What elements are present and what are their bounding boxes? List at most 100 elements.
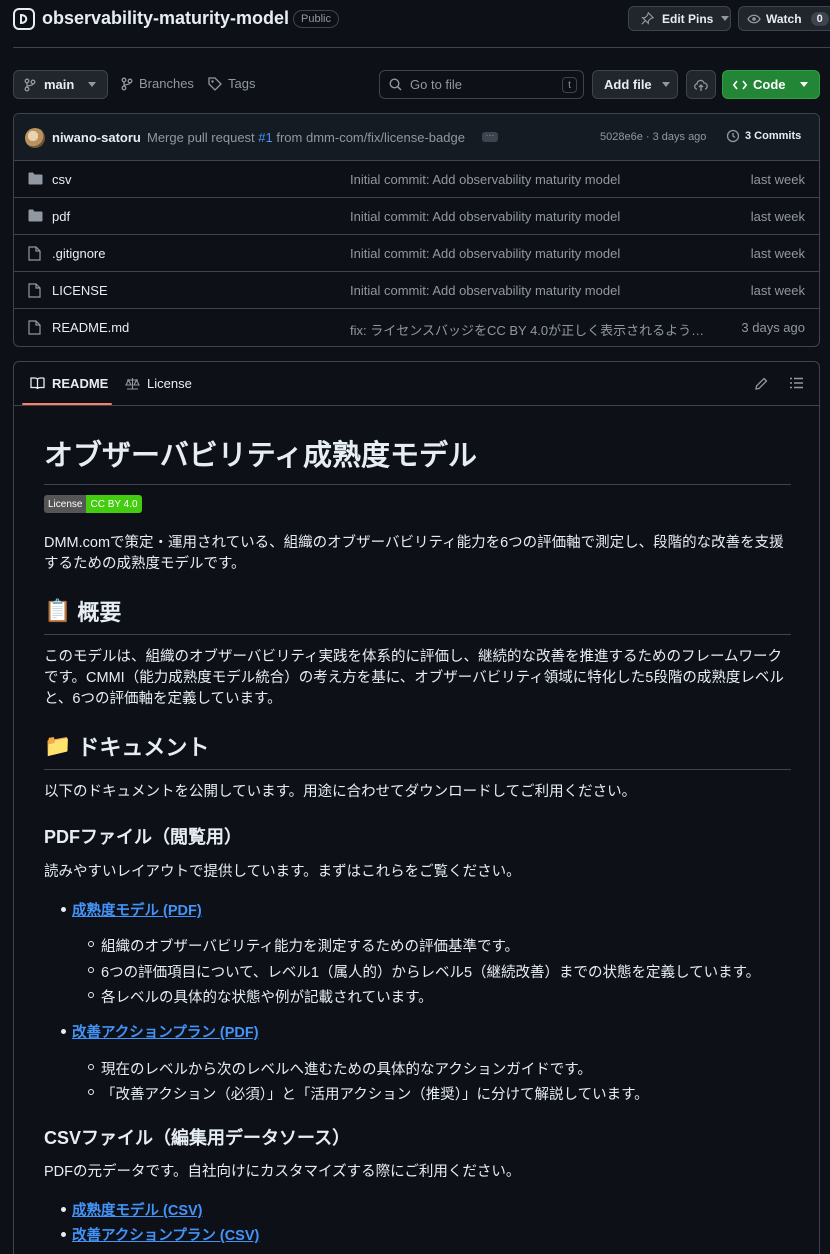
file-date: last week — [750, 283, 805, 298]
pencil-icon[interactable] — [755, 377, 768, 390]
action-plan-csv-link[interactable]: 改善アクションプラン (CSV) — [72, 1228, 259, 1244]
tag-icon — [208, 76, 222, 91]
commits-link[interactable]: 3 Commits — [726, 129, 801, 143]
readme-panel: README License オブザーバビリティ成熟度モデル License C… — [13, 361, 820, 1254]
list-item: 各レベルの具体的な状態や例が記載されています。 — [101, 990, 433, 1006]
eye-icon — [747, 14, 761, 24]
edit-pins-button[interactable]: Edit Pins — [628, 6, 731, 31]
file-commit-message[interactable]: Initial commit: Add observability maturi… — [350, 246, 620, 261]
tags-link[interactable]: Tags — [208, 76, 255, 91]
tab-license-label: License — [147, 376, 192, 391]
maturity-model-pdf-link[interactable]: 成熟度モデル (PDF) — [72, 903, 202, 919]
bullet — [61, 1232, 66, 1237]
maturity-model-csv-link[interactable]: 成熟度モデル (CSV) — [72, 1203, 203, 1219]
folder-icon: 📁 — [44, 733, 72, 758]
readme-tabs: README License — [14, 362, 819, 406]
code-label: Code — [753, 77, 786, 92]
commit-message[interactable]: Merge pull request #1 from dmm-com/fix/l… — [147, 130, 465, 145]
badge-label: License — [44, 495, 87, 513]
cloud-upload-icon — [693, 78, 709, 92]
shortcut-key: t — [562, 77, 577, 93]
git-branch-icon — [24, 78, 36, 92]
file-icon — [28, 320, 41, 335]
search-input[interactable] — [410, 77, 550, 92]
bullet — [61, 907, 66, 912]
latest-commit-bar: niwano-satoru Merge pull request #1 from… — [14, 114, 819, 161]
bullet — [88, 967, 94, 973]
commit-message-suffix: from dmm-com/fix/license-badge — [272, 130, 465, 145]
branches-link[interactable]: Branches — [121, 76, 194, 91]
history-icon — [726, 129, 740, 143]
docs-heading: 📁 ドキュメント — [44, 730, 791, 770]
law-icon — [125, 377, 140, 390]
file-row[interactable]: csv Initial commit: Add observability mat… — [14, 161, 819, 198]
watch-label: Watch — [766, 11, 802, 26]
pull-request-link[interactable]: #1 — [258, 130, 272, 145]
git-branch-icon — [121, 77, 133, 91]
active-tab-underline — [22, 403, 112, 405]
file-name[interactable]: pdf — [52, 209, 70, 224]
repo-icon — [13, 8, 35, 30]
file-name[interactable]: README.md — [52, 320, 129, 335]
list-item: 成熟度モデル (PDF) — [72, 899, 202, 920]
file-row[interactable]: README.md fix: ライセンスバッジをCC BY 4.0が正しく表示され… — [14, 309, 819, 346]
bullet — [88, 1064, 94, 1070]
file-commit-message[interactable]: Initial commit: Add observability maturi… — [350, 283, 620, 298]
file-name[interactable]: LICENSE — [52, 283, 108, 298]
tab-readme-label: README — [52, 376, 109, 391]
book-icon — [30, 377, 45, 390]
badge-value: CC BY 4.0 — [86, 495, 142, 513]
commit-sha-date[interactable]: 5028e6e · 3 days ago — [600, 131, 706, 143]
file-name[interactable]: .gitignore — [52, 246, 105, 261]
add-file-button[interactable]: Add file — [592, 70, 678, 99]
action-plan-pdf-link[interactable]: 改善アクションプラン (PDF) — [72, 1025, 259, 1041]
pdf-heading: PDFファイル（閲覧用） — [44, 827, 242, 847]
file-commit-message[interactable]: fix: ライセンスバッジをCC BY 4.0が正しく表示されるよう… — [350, 320, 704, 339]
file-row[interactable]: LICENSE Initial commit: Add observability… — [14, 272, 819, 309]
bullet — [61, 1029, 66, 1034]
list-item: 改善アクションプラン (CSV) — [72, 1224, 259, 1245]
expand-commit-icon[interactable]: ··· — [482, 131, 498, 142]
file-row[interactable]: .gitignore Initial commit: Add observabil… — [14, 235, 819, 272]
watch-count: 0 — [810, 11, 829, 26]
file-name[interactable]: csv — [52, 172, 72, 187]
branch-select[interactable]: main — [13, 70, 108, 99]
go-to-file-search[interactable]: t — [379, 70, 584, 99]
commit-author[interactable]: niwano-satoru — [52, 130, 141, 145]
code-button[interactable]: Code — [722, 70, 820, 99]
list-item: 組織のオブザーバビリティ能力を測定するための評価基準です。 — [101, 939, 520, 955]
bullet — [88, 1089, 94, 1095]
folder-icon — [28, 172, 43, 185]
folder-icon — [28, 209, 43, 222]
repo-name[interactable]: observability-maturity-model — [42, 8, 289, 29]
list-item: 6つの評価項目について、レベル1（属人的）からレベル5（継続改善）までの状態を定… — [101, 965, 761, 981]
tab-readme[interactable]: README — [30, 376, 108, 391]
bullet — [61, 1207, 66, 1212]
avatar[interactable] — [25, 128, 45, 148]
branches-label: Branches — [139, 76, 194, 91]
docs-heading-text: ドキュメント — [77, 735, 210, 760]
overview-paragraph: このモデルは、組織のオブザーバビリティ実践を体系的に評価し、継続的な改善を推進す… — [44, 649, 784, 707]
bullet — [88, 941, 94, 947]
clipboard-icon: 📋 — [44, 598, 72, 623]
file-date: last week — [750, 246, 805, 261]
watch-button[interactable]: Watch 0 — [738, 6, 830, 31]
tab-license[interactable]: License — [125, 376, 192, 391]
chevron-down-icon — [88, 81, 97, 88]
pdf-paragraph: 読みやすいレイアウトで提供しています。まずはこれらをご覧ください。 — [44, 864, 521, 880]
file-icon — [28, 246, 41, 261]
chevron-down-icon — [661, 81, 670, 88]
file-browser: niwano-satoru Merge pull request #1 from… — [13, 113, 820, 347]
bullet — [88, 992, 94, 998]
tags-label: Tags — [228, 76, 256, 91]
file-commit-message[interactable]: Initial commit: Add observability maturi… — [350, 172, 620, 187]
commit-message-prefix: Merge pull request — [147, 130, 259, 145]
intro-paragraph: DMM.comで策定・運用されている、組織のオブザーバビリティ能力を6つの評価軸… — [44, 535, 784, 572]
outline-list-icon[interactable] — [790, 377, 803, 389]
license-badge[interactable]: License CC BY 4.0 — [44, 495, 142, 513]
file-date: 3 days ago — [741, 320, 805, 335]
file-commit-message[interactable]: Initial commit: Add observability maturi… — [350, 209, 620, 224]
codespace-button[interactable] — [686, 70, 716, 99]
file-icon — [28, 283, 41, 298]
file-row[interactable]: pdf Initial commit: Add observability mat… — [14, 198, 819, 235]
